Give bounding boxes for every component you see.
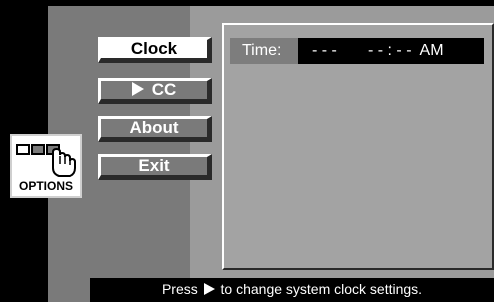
menu-item-exit[interactable]: Exit [98, 154, 212, 180]
menu-item-about[interactable]: About [98, 116, 212, 142]
time-row[interactable]: Time: - - - - - : - - AM [230, 38, 484, 64]
menu-item-about-label: About [129, 118, 179, 137]
osd-screen: Time: - - - - - : - - AM Clock CC About … [0, 0, 494, 302]
menu-item-cc-label: CC [151, 80, 177, 99]
menu-item-clock-label: Clock [130, 39, 178, 58]
menu-item-clock[interactable]: Clock [98, 37, 212, 63]
menu-item-exit-label: Exit [138, 156, 170, 175]
options-label: OPTIONS [18, 179, 73, 193]
menu-item-cc[interactable]: CC [98, 78, 212, 104]
play-arrow-icon [203, 283, 215, 295]
play-arrow-icon [131, 82, 144, 96]
options-tile[interactable]: OPTIONS [10, 134, 82, 198]
time-label: Time: [230, 38, 298, 64]
status-suffix: to change system clock settings. [220, 281, 423, 297]
time-value[interactable]: - - - - - : - - AM [312, 38, 482, 64]
options-hand-icon [16, 144, 76, 177]
status-prefix: Press [161, 281, 198, 297]
status-bar: Press to change system clock settings. [90, 278, 494, 302]
